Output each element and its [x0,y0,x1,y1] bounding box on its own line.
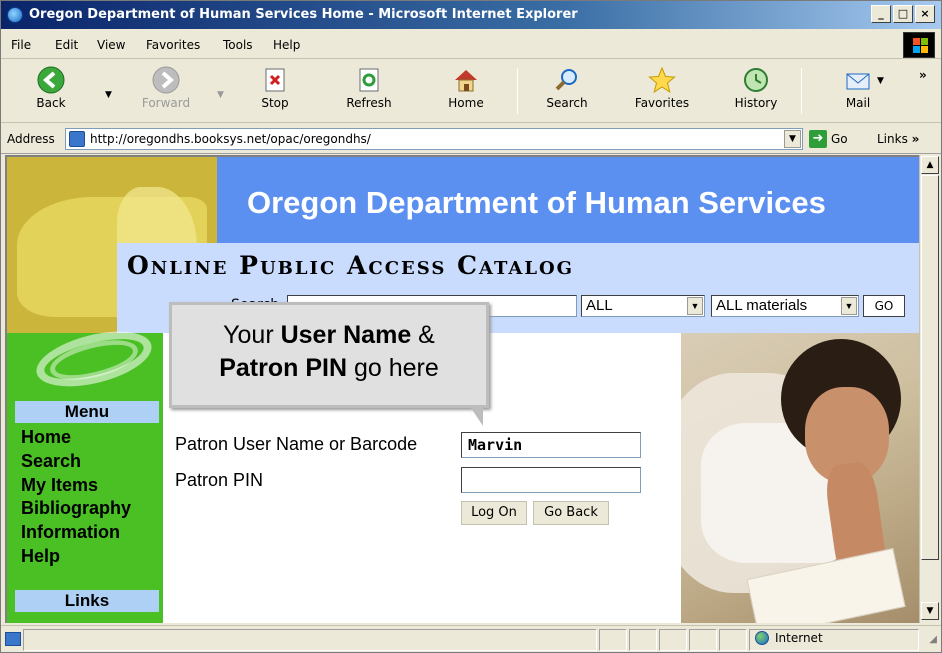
instruction-callout: Your User Name & Patron PIN go here [169,302,489,408]
history-icon [742,66,770,94]
menu-tools[interactable]: Tools [223,38,253,52]
go-back-button[interactable]: Go Back [533,501,609,525]
toolbar: Back ▼ Forward ▼ Stop Refresh Home Searc… [1,60,941,123]
page-icon [69,131,85,147]
address-url: http://oregondhs.booksys.net/opac/oregon… [90,132,371,146]
username-input[interactable]: Marvin [461,432,641,458]
address-input[interactable]: http://oregondhs.booksys.net/opac/oregon… [65,128,803,150]
go-arrow-icon: ➜ [809,130,827,148]
links-heading: Links [15,590,159,612]
refresh-icon [355,66,383,94]
chevron-down-icon: ▼ [841,297,857,315]
browser-window: Oregon Department of Human Services Home… [0,0,942,653]
scroll-down-icon[interactable]: ▼ [921,602,939,620]
star-icon [648,66,676,94]
address-dropdown-icon[interactable]: ▼ [784,130,801,148]
page-status-icon [5,632,21,646]
left-nav: Menu Home Search My Items Bibliography I… [7,321,163,623]
mail-icon [844,66,872,94]
agency-title: Oregon Department of Human Services [247,185,826,220]
minimize-button[interactable]: _ [871,5,891,23]
forward-dropdown-icon: ▼ [217,90,224,100]
page-viewport: Oregon Department of Human Services Onli… [5,155,919,623]
go-button[interactable]: ➜ Go [809,129,848,149]
menu-edit[interactable]: Edit [55,38,78,52]
stop-icon [261,66,289,94]
back-arrow-icon [37,66,65,94]
title-bar: Oregon Department of Human Services Home… [1,1,941,29]
catalog-go-button[interactable]: GO [863,295,905,317]
close-button[interactable]: × [915,5,935,23]
reading-child-photo [681,333,919,623]
magnifier-icon [553,66,581,94]
favorites-button[interactable]: Favorites [631,62,693,120]
menu-help[interactable]: Help [273,38,300,52]
refresh-button[interactable]: Refresh [337,62,401,120]
menu-view[interactable]: View [97,38,125,52]
back-dropdown-icon[interactable]: ▼ [105,90,112,100]
mail-button[interactable]: Mail [835,62,881,120]
header-banner: Oregon Department of Human Services [217,157,919,243]
status-bar: Internet ◢ [1,625,941,652]
mail-dropdown-icon[interactable]: ▼ [877,76,884,86]
security-zone: Internet [755,631,823,645]
log-on-button[interactable]: Log On [461,501,527,525]
scroll-up-icon[interactable]: ▲ [921,156,939,174]
vertical-scrollbar[interactable]: ▲ ▼ [919,155,939,623]
nav-my-items[interactable]: My Items [21,475,98,496]
forward-button[interactable]: Forward [135,62,197,120]
scroll-thumb[interactable] [921,175,939,560]
toolbar-chevron-icon[interactable]: » [919,68,927,82]
chevron-down-icon: ▼ [687,297,703,315]
address-label: Address [7,132,55,146]
back-button[interactable]: Back [23,62,79,120]
menu-heading: Menu [15,401,159,423]
stop-button[interactable]: Stop [249,62,301,120]
username-label: Patron User Name or Barcode [175,434,418,454]
history-button[interactable]: History [727,62,785,120]
pin-label: Patron PIN [175,470,264,490]
globe-icon [755,631,769,645]
catalog-title: Online Public Access Catalog [127,251,575,280]
maximize-button[interactable]: □ [893,5,913,23]
material-type-select[interactable]: ALL materials ▼ [711,295,859,317]
nav-help[interactable]: Help [21,546,60,567]
forward-arrow-icon [152,66,180,94]
pin-input[interactable] [461,467,641,493]
home-icon [452,66,480,94]
window-title: Oregon Department of Human Services Home… [29,7,578,22]
links-button[interactable]: Links » [877,132,919,146]
nav-information[interactable]: Information [21,522,120,543]
nav-search[interactable]: Search [21,451,81,472]
menu-favorites[interactable]: Favorites [146,38,200,52]
search-scope-select[interactable]: ALL ▼ [581,295,705,317]
address-bar: Address http://oregondhs.booksys.net/opa… [1,124,941,154]
ie-icon [7,7,23,23]
menu-file[interactable]: File [11,38,31,52]
home-button[interactable]: Home [441,62,491,120]
windows-logo-icon [903,32,935,58]
resize-grip-icon[interactable]: ◢ [929,634,937,645]
nav-bibliography[interactable]: Bibliography [21,498,131,519]
menu-bar: File Edit View Favorites Tools Help [1,31,941,59]
nav-home[interactable]: Home [21,427,71,448]
search-button[interactable]: Search [539,62,595,120]
callout-tail [471,408,483,426]
